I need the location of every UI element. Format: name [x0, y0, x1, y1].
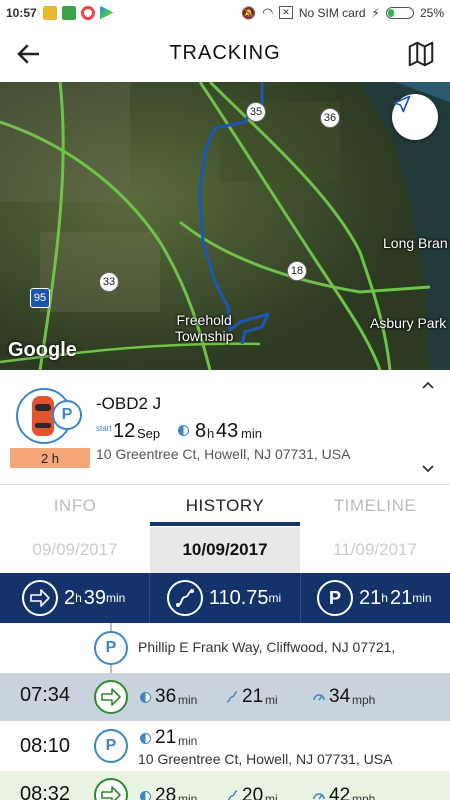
- start-day: 12: [113, 420, 136, 442]
- duration-icon: [140, 733, 151, 744]
- drive-arrow-icon: [21, 580, 58, 616]
- locate-button[interactable]: [392, 94, 438, 140]
- speed-icon: [313, 793, 325, 800]
- drive-arrow-icon: [94, 680, 128, 714]
- tab-bar: INFO HISTORY TIMELINE: [0, 486, 450, 526]
- minutes-unit: min: [241, 426, 262, 441]
- list-item[interactable]: P Phillip E Frank Way, Cliffwood, NJ 077…: [0, 623, 450, 673]
- sms-icon: [61, 5, 76, 20]
- chevron-up-icon[interactable]: [420, 378, 436, 394]
- list-item[interactable]: 08:32 28 min 20 mi 42 mph: [0, 771, 450, 800]
- route-shield-33: 33: [99, 272, 119, 292]
- page-title: TRACKING: [169, 42, 281, 64]
- parking-icon: P: [94, 729, 128, 763]
- date-strip: 09/09/2017 10/09/2017 11/09/2017: [0, 527, 450, 573]
- route-shield-35: 35: [246, 102, 266, 122]
- tab-timeline[interactable]: TIMELINE: [300, 486, 450, 526]
- status-time: 10:57: [6, 5, 37, 20]
- route-shield-18: 18: [287, 261, 307, 281]
- no-sim-icon: ✕: [279, 6, 293, 19]
- play-store-icon: [99, 5, 114, 20]
- list-item[interactable]: 07:34 36 min 21 mi 34 mph: [0, 673, 450, 721]
- mute-icon: 🔕: [241, 5, 256, 20]
- vehicle-address: 10 Greentree Ct, Howell, NJ 07731, USA: [96, 446, 351, 462]
- list-item[interactable]: 08:10 P 21 min 10 Greentree Ct, Howell, …: [0, 721, 450, 771]
- event-time: 08:10: [20, 735, 71, 757]
- vehicle-panel[interactable]: P 2 h -OBD2 J start 12 Sep 8 h 43 min 10…: [0, 370, 450, 485]
- summary-distance: 110.75 mi: [150, 573, 301, 623]
- summary-drive-time: 2 h 39 min: [0, 573, 151, 623]
- map-label-asbury-park: Asbury Park: [370, 315, 447, 331]
- date-current[interactable]: 10/09/2017: [150, 527, 300, 573]
- duration-icon: [140, 692, 151, 703]
- app-bar: TRACKING: [0, 25, 450, 82]
- battery-percent: 25%: [419, 5, 444, 20]
- parked-minutes: 43: [216, 420, 239, 442]
- duration-icon: [140, 791, 151, 800]
- route-shield-36: 36: [320, 108, 340, 128]
- chrome-icon: [80, 5, 95, 20]
- history-timeline[interactable]: P Phillip E Frank Way, Cliffwood, NJ 077…: [0, 623, 450, 800]
- parking-icon: P: [94, 631, 128, 665]
- event-time: 07:34: [20, 684, 71, 706]
- battery-icon: [385, 6, 414, 19]
- duration-badge: 2 h: [10, 448, 90, 468]
- parked-hours: 8: [195, 420, 207, 442]
- map-view[interactable]: Freehold Township Long Bran Asbury Park …: [0, 82, 450, 370]
- charging-icon: ⚡: [371, 5, 380, 20]
- distance-icon: [226, 691, 238, 703]
- hours-unit: h: [207, 426, 215, 441]
- tab-history[interactable]: HISTORY: [150, 486, 300, 526]
- event-time: 08:32: [20, 783, 71, 800]
- vehicle-name: -OBD2 J: [96, 394, 162, 413]
- route-distance-icon: [166, 580, 203, 616]
- navigation-arrow-icon: [393, 95, 411, 113]
- start-month: Sep: [137, 426, 161, 441]
- google-attribution: Google: [8, 339, 77, 361]
- wifi-icon: ◠: [261, 4, 274, 20]
- summary-park-time: P 21 h 21 min: [301, 573, 450, 623]
- daily-summary: 2 h 39 min 110.75 mi P 21 h 21 min: [0, 573, 450, 623]
- event-address: 10 Greentree Ct, Howell, NJ 07731, USA: [138, 751, 393, 767]
- car-icon: [32, 396, 54, 436]
- distance-icon: [227, 790, 238, 800]
- map-label-long-branch: Long Bran: [383, 235, 448, 251]
- speed-icon: [313, 694, 325, 701]
- status-bar: 10:57 🔕 ◠ ✕ No SIM card ⚡ 25%: [0, 0, 450, 25]
- parking-icon: P: [317, 580, 354, 616]
- map-icon[interactable]: [406, 39, 436, 69]
- tab-info[interactable]: INFO: [0, 486, 150, 526]
- start-label: start: [96, 424, 112, 433]
- event-address: Phillip E Frank Way, Cliffwood, NJ 07721…: [138, 639, 396, 655]
- carrier-label: No SIM card: [298, 5, 366, 20]
- interstate-shield-95: 95: [30, 288, 50, 308]
- drive-arrow-icon: [94, 778, 128, 800]
- date-previous[interactable]: 09/09/2017: [0, 527, 150, 573]
- notification-icon: [42, 5, 57, 20]
- chevron-down-icon[interactable]: [420, 460, 436, 476]
- date-next[interactable]: 11/09/2017: [300, 527, 450, 573]
- map-label-freehold: Freehold Township: [175, 312, 234, 344]
- back-arrow-icon[interactable]: [14, 39, 44, 69]
- parking-icon: P: [52, 400, 82, 430]
- duration-icon: [178, 425, 189, 436]
